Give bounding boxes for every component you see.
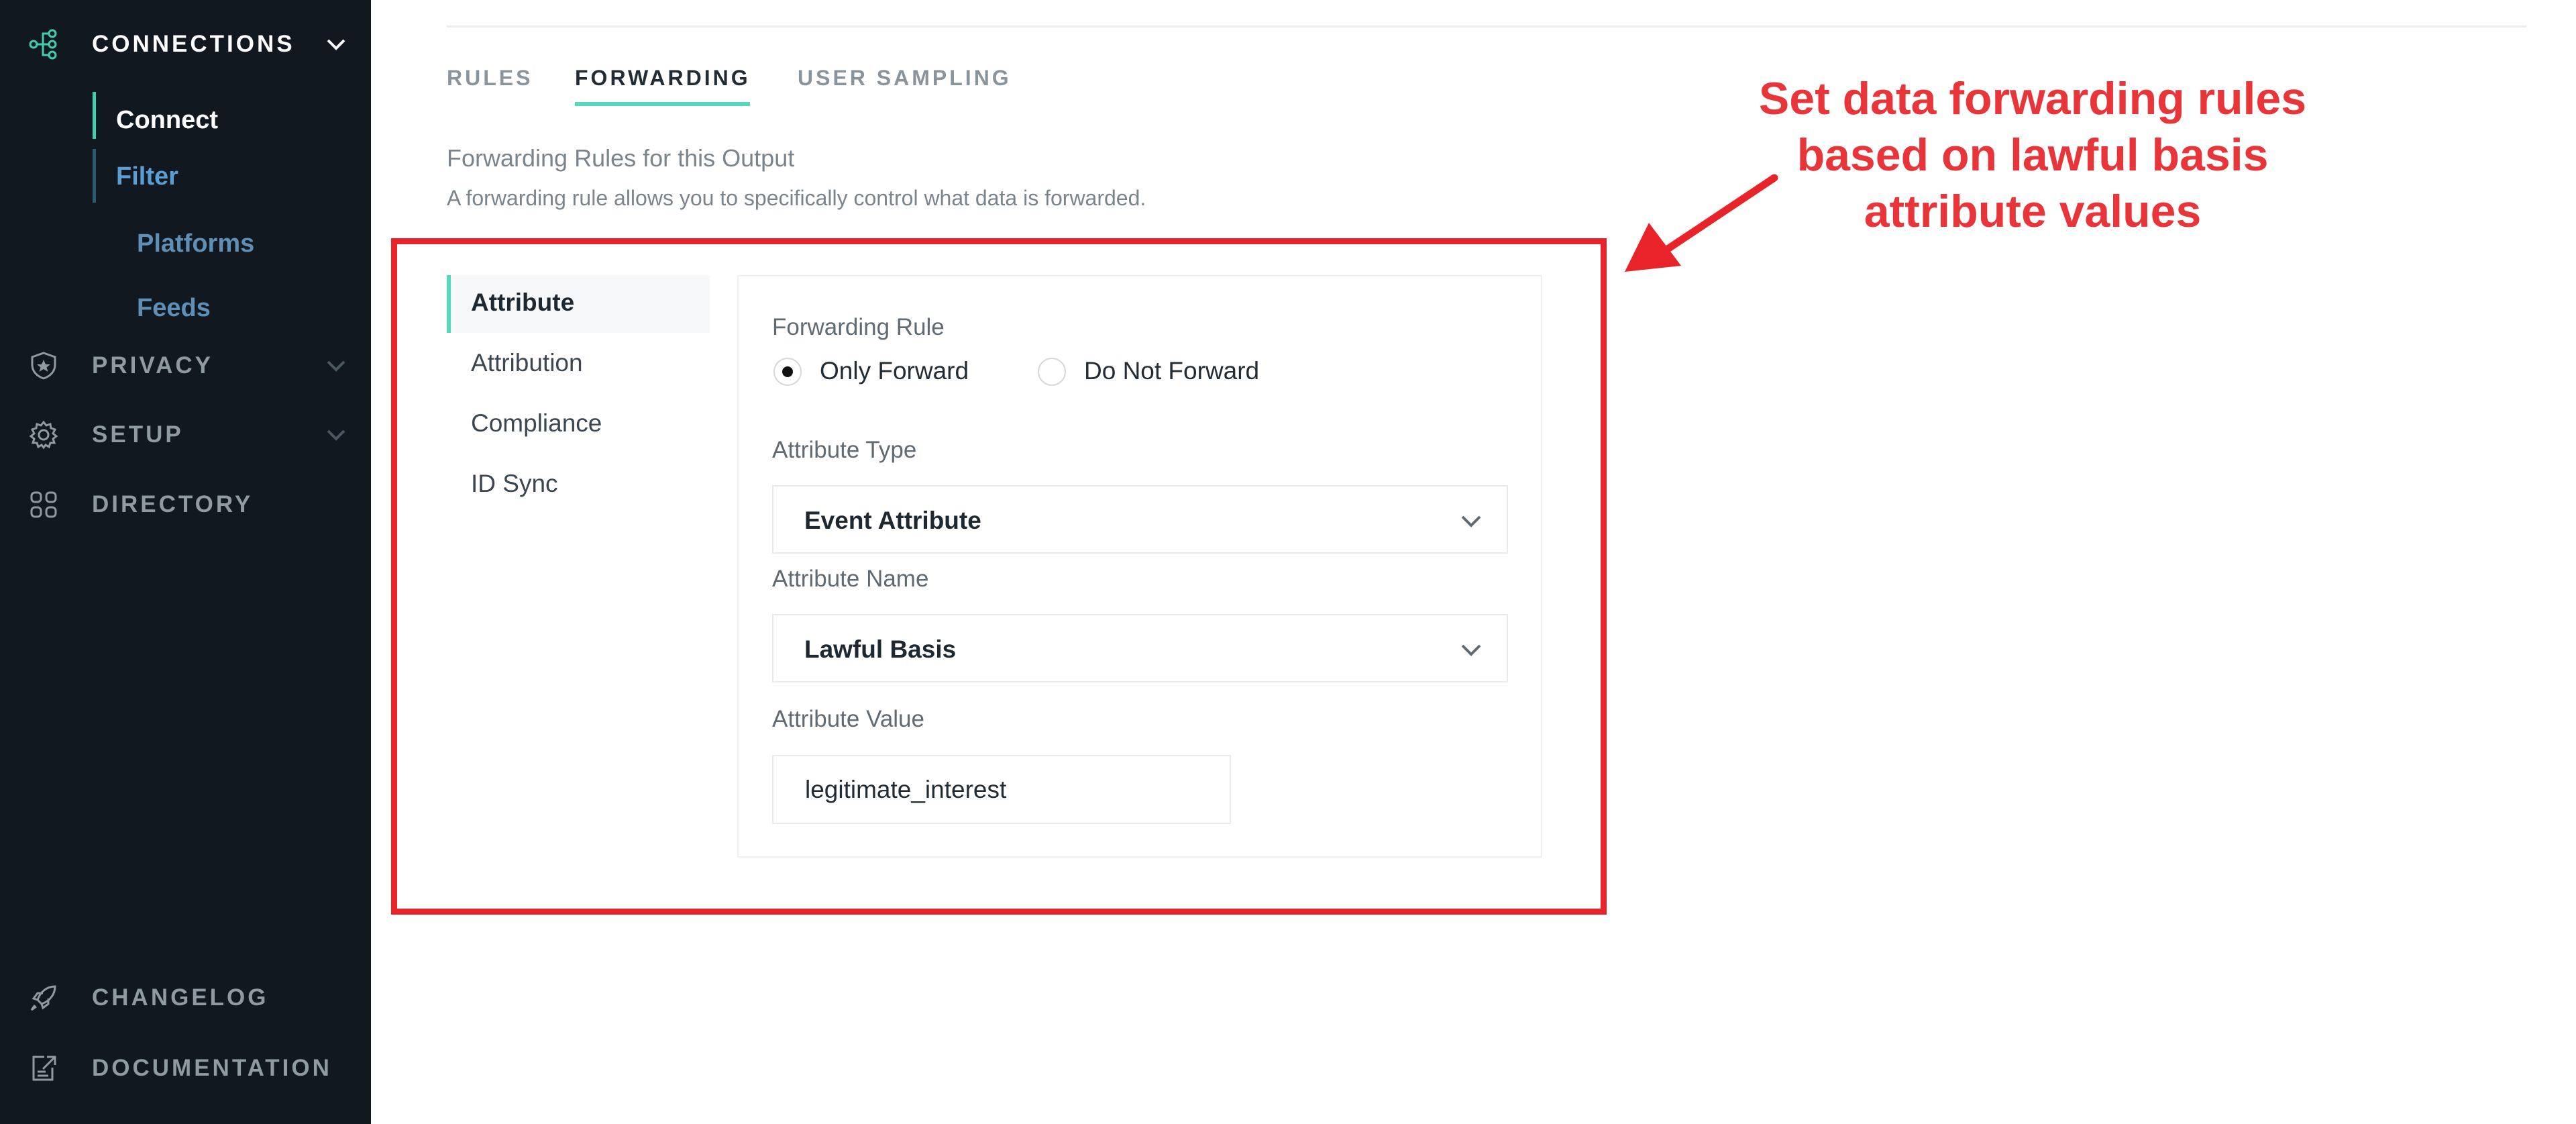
rocket-icon	[27, 981, 60, 1015]
forwarding-rule-label: Forwarding Rule	[772, 314, 945, 340]
annotation-line: based on lawful basis	[1796, 130, 2269, 181]
nav-connections-label: CONNECTIONS	[92, 31, 295, 57]
section-description: A forwarding rule allows you to specific…	[447, 186, 1146, 210]
chevron-down-icon	[1454, 633, 1488, 666]
tab-forwarding[interactable]: FORWARDING	[575, 66, 751, 91]
nav-privacy[interactable]: PRIVACY	[0, 339, 371, 393]
nav-documentation[interactable]: DOCUMENTATION	[0, 1041, 371, 1095]
subnav-filter[interactable]: Filter	[116, 162, 178, 191]
attribute-type-value: Event Attribute	[804, 507, 981, 534]
document-link-icon	[27, 1052, 60, 1085]
connections-icon	[27, 28, 60, 61]
gear-icon	[27, 418, 60, 452]
chevron-down-icon	[1454, 504, 1488, 538]
subnav-indicator	[93, 149, 96, 203]
rule-type-attribute[interactable]: Attribute	[471, 289, 574, 317]
attribute-name-select[interactable]: Lawful Basis	[772, 614, 1508, 682]
radio-only-forward[interactable]	[773, 358, 802, 386]
sidebar: CONNECTIONS Connect Filter Platforms Fee…	[0, 0, 371, 1124]
chevron-down-icon[interactable]	[319, 28, 353, 61]
attribute-name-value: Lawful Basis	[804, 635, 957, 663]
rule-type-attribution[interactable]: Attribution	[471, 349, 583, 377]
rule-type-id-sync[interactable]: ID Sync	[471, 470, 558, 498]
annotation-line: Set data forwarding rules	[1758, 73, 2307, 124]
annotation-text: Set data forwarding rules based on lawfu…	[1717, 70, 2348, 240]
rule-type-active-indicator	[447, 275, 451, 333]
shield-star-icon	[27, 349, 60, 382]
attribute-name-label: Attribute Name	[772, 566, 929, 592]
subnav-platforms[interactable]: Platforms	[137, 229, 254, 258]
radio-only-forward-label[interactable]: Only Forward	[820, 357, 969, 385]
tab-rules[interactable]: RULES	[447, 66, 533, 91]
chevron-down-icon[interactable]	[319, 418, 353, 452]
nav-setup-label: SETUP	[92, 421, 184, 448]
radio-do-not-forward-label[interactable]: Do Not Forward	[1084, 357, 1259, 385]
nav-changelog-label: CHANGELOG	[92, 984, 269, 1011]
active-tab-indicator	[575, 102, 750, 106]
nav-changelog[interactable]: CHANGELOG	[0, 971, 371, 1025]
active-subnav-indicator	[93, 92, 96, 139]
radio-do-not-forward[interactable]	[1038, 358, 1066, 386]
nav-directory[interactable]: DIRECTORY	[0, 478, 371, 531]
tab-user-sampling[interactable]: USER SAMPLING	[798, 66, 1012, 91]
grid-icon	[27, 488, 60, 521]
section-title: Forwarding Rules for this Output	[447, 144, 795, 172]
annotation-arrow-icon	[1625, 174, 1778, 272]
annotation-line: attribute values	[1864, 186, 2202, 237]
attribute-value-input[interactable]	[772, 755, 1231, 824]
nav-directory-label: DIRECTORY	[92, 491, 254, 517]
nav-documentation-label: DOCUMENTATION	[92, 1055, 332, 1081]
chevron-down-icon[interactable]	[319, 349, 353, 382]
attribute-type-label: Attribute Type	[772, 437, 917, 463]
nav-setup[interactable]: SETUP	[0, 408, 371, 462]
rule-type-compliance[interactable]: Compliance	[471, 409, 602, 438]
nav-privacy-label: PRIVACY	[92, 352, 213, 378]
subnav-feeds[interactable]: Feeds	[137, 294, 211, 323]
attribute-value-label: Attribute Value	[772, 706, 924, 732]
header-divider	[447, 25, 2526, 28]
nav-connections[interactable]: CONNECTIONS	[0, 17, 371, 71]
attribute-type-select[interactable]: Event Attribute	[772, 485, 1508, 554]
subnav-connect[interactable]: Connect	[116, 106, 218, 135]
